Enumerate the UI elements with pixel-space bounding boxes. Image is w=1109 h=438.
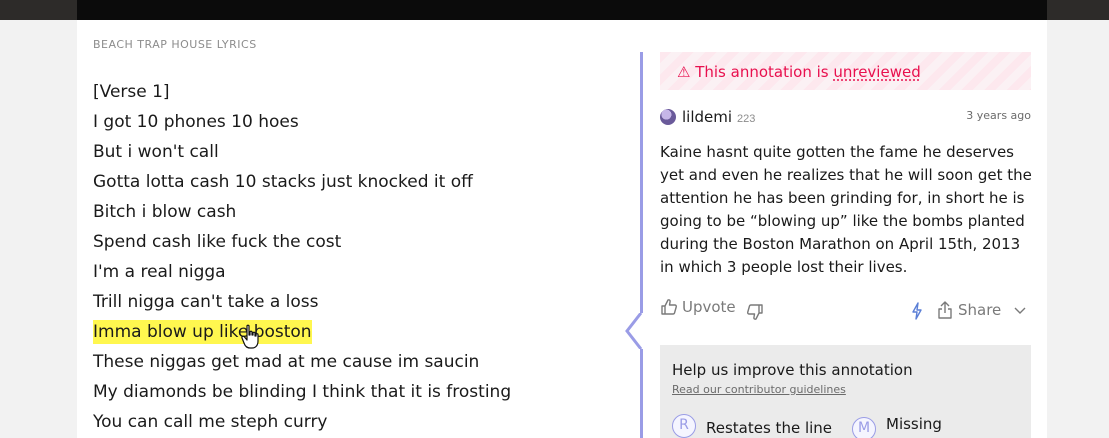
- more-options-button[interactable]: [1013, 306, 1027, 316]
- annotation-rail: [640, 52, 643, 438]
- option-letter: M: [852, 417, 876, 438]
- lyric-text: Trill nigga can't take a loss: [93, 292, 319, 312]
- lyric-text: I'm a real nigga: [93, 262, 226, 282]
- lyric-line[interactable]: I got 10 phones 10 hoes: [93, 110, 613, 140]
- lyric-line[interactable]: I'm a real nigga: [93, 260, 613, 290]
- lyric-line[interactable]: My diamonds be blinding I think that it …: [93, 380, 613, 410]
- upvote-label: Upvote: [682, 298, 736, 316]
- improve-title: Help us improve this annotation: [672, 361, 913, 379]
- annotation-body: Kaine hasnt quite gotten the fame he des…: [660, 143, 1032, 276]
- header-image: [77, 0, 1047, 20]
- lyric-line[interactable]: Spend cash like fuck the cost: [93, 230, 613, 260]
- avatar[interactable]: [660, 109, 676, 125]
- thumbs-up-icon: [661, 299, 677, 315]
- option-missing[interactable]: M Missing: [852, 415, 942, 438]
- annotation-timestamp[interactable]: 3 years ago: [940, 109, 1031, 122]
- hand-cursor-icon: [241, 324, 259, 349]
- downvote-button[interactable]: [746, 303, 764, 321]
- lightning-icon: [912, 302, 922, 320]
- option-label: Missing: [886, 415, 942, 433]
- unreviewed-notice: ⚠ This annotation is unreviewed: [660, 52, 1031, 90]
- lyric-line[interactable]: But i won't call: [93, 140, 613, 170]
- lyric-line[interactable]: You can call me steph curry: [93, 410, 613, 438]
- lyric-text: These niggas get mad at me cause im sauc…: [93, 352, 480, 372]
- unreviewed-link[interactable]: unreviewed: [833, 63, 920, 81]
- lyric-text: Imma blow up like boston: [93, 320, 312, 344]
- guidelines-link[interactable]: Read our contributor guidelines: [672, 383, 846, 396]
- option-restates-line[interactable]: R Restates the line: [672, 414, 832, 438]
- lyric-text: [Verse 1]: [93, 82, 170, 102]
- lyric-text: My diamonds be blinding I think that it …: [93, 382, 512, 402]
- lyric-text: Spend cash like fuck the cost: [93, 232, 342, 252]
- annotation-actions: Upvote Share: [660, 298, 1031, 324]
- share-icon: [938, 301, 952, 319]
- author-iq: 223: [737, 112, 756, 125]
- lyric-line[interactable]: [Verse 1]: [93, 80, 613, 110]
- lyric-text: But i won't call: [93, 142, 219, 162]
- lyric-line-highlighted[interactable]: Imma blow up like boston: [93, 320, 613, 350]
- upvote-button[interactable]: Upvote: [660, 298, 736, 316]
- lyric-line[interactable]: Bitch i blow cash: [93, 200, 613, 230]
- boost-button[interactable]: [911, 302, 923, 320]
- lyric-line[interactable]: These niggas get mad at me cause im sauc…: [93, 350, 613, 380]
- header-image-strip: [0, 0, 1109, 20]
- share-button[interactable]: Share: [937, 301, 1001, 319]
- improve-annotation-panel: Help us improve this annotation Read our…: [660, 345, 1031, 438]
- author-name[interactable]: lildemi: [682, 108, 732, 126]
- lyric-line[interactable]: Gotta lotta cash 10 stacks just knocked …: [93, 170, 613, 200]
- lyric-text: Bitch i blow cash: [93, 202, 237, 222]
- option-label: Restates the line: [706, 419, 833, 437]
- unreviewed-text: ⚠ This annotation is: [677, 63, 834, 81]
- option-letter: R: [672, 414, 696, 438]
- share-label: Share: [958, 301, 1002, 319]
- lyrics-body: [Verse 1] I got 10 phones 10 hoes But i wo…: [93, 80, 613, 438]
- annotation-pointer: [625, 313, 643, 349]
- lyric-text: You can call me steph curry: [93, 412, 328, 432]
- song-lyrics-label: BEACH TRAP HOUSE LYRICS: [93, 38, 257, 51]
- lyric-text: I got 10 phones 10 hoes: [93, 112, 299, 132]
- chevron-down-icon: [1014, 307, 1026, 314]
- annotation-author[interactable]: lildemi 223: [660, 107, 755, 127]
- lyric-text: Gotta lotta cash 10 stacks just knocked …: [93, 172, 473, 192]
- lyric-line[interactable]: Trill nigga can't take a loss: [93, 290, 613, 320]
- thumbs-down-icon: [747, 304, 763, 320]
